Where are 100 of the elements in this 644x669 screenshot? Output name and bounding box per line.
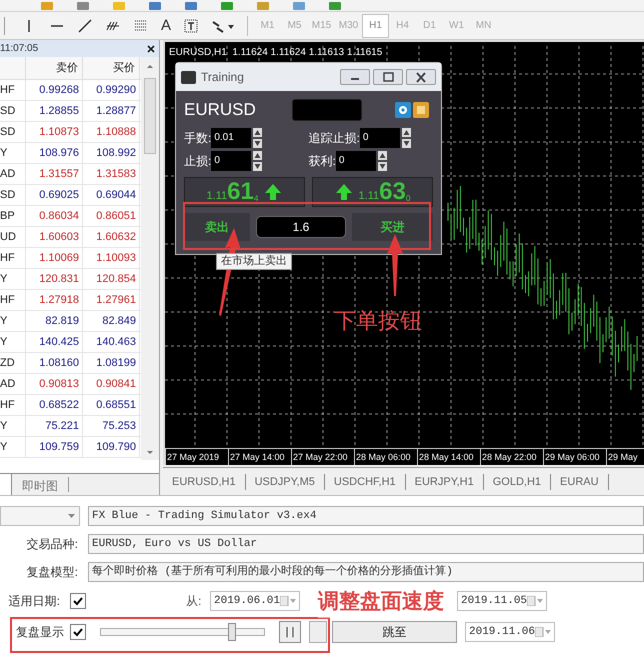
date-field[interactable]: 2019.11.06 — [465, 622, 556, 642]
up-arrow-icon — [264, 183, 282, 201]
volume-field[interactable]: 1.6 — [256, 216, 346, 238]
symbol-cell: BP — [0, 206, 26, 226]
field-label: 止损: — [184, 152, 212, 170]
time-axis-label: 28 May 06:00 — [354, 449, 417, 465]
buy-button[interactable]: 买进 — [352, 213, 433, 241]
time-axis-label: 29 May 06:00 — [543, 449, 606, 465]
spinner-icon[interactable] — [378, 150, 387, 170]
text-label-icon[interactable] — [183, 18, 200, 34]
column-header[interactable]: 卖价 — [26, 57, 83, 79]
number-field[interactable]: 0 — [336, 150, 376, 170]
bid-cell: 0.99268 — [26, 80, 83, 100]
toolbar-icon[interactable] — [256, 2, 270, 11]
up-arrow-icon — [334, 183, 353, 201]
date-field[interactable]: 2019.06.01 — [210, 591, 300, 611]
spinner-icon[interactable] — [253, 128, 262, 148]
checkbox[interactable] — [70, 593, 86, 609]
date-field[interactable]: 2019.11.05 — [457, 591, 548, 611]
symbol-cell: SD — [0, 122, 26, 142]
symbol-name: EURUSD — [184, 99, 256, 122]
symbol-cell: ZD — [0, 353, 26, 373]
field-label: 获利: — [308, 152, 336, 170]
bid-cell: 0.69025 — [26, 185, 83, 205]
skip-button[interactable]: 跳至 — [332, 621, 457, 643]
toolbar-icon[interactable] — [184, 2, 198, 11]
symbol-cell: HF — [0, 80, 26, 100]
spinner-icon[interactable] — [402, 128, 411, 148]
price-display — [292, 99, 362, 121]
close-icon — [416, 72, 426, 82]
spinner-icon[interactable] — [253, 150, 262, 170]
field-label: 从: — [186, 593, 202, 610]
calendar-icon[interactable] — [535, 627, 552, 637]
text-tool-button[interactable]: A — [161, 18, 172, 33]
symbol-cell: Y — [0, 437, 26, 457]
expert-field[interactable]: FX Blue - Trading Simulator v3.ex4 — [88, 506, 644, 526]
chart-tab[interactable]: EURUSD,H1 — [163, 474, 246, 490]
chart-tab[interactable]: EURAU — [551, 474, 609, 490]
toolbar-icon[interactable] — [220, 2, 234, 11]
number-field[interactable]: 0 — [211, 150, 252, 170]
bid-cell: 109.759 — [26, 437, 83, 457]
ask-cell: 108.992 — [83, 143, 140, 163]
symbol-cell: HF — [0, 248, 26, 268]
scrollbar[interactable] — [141, 57, 159, 460]
ask-cell: 0.90841 — [83, 374, 140, 394]
ask-cell: 1.08199 — [83, 353, 140, 373]
trendline-icon[interactable] — [77, 18, 93, 34]
symbol-cell: UD — [0, 227, 26, 247]
blank-button[interactable] — [309, 621, 327, 643]
calendar-icon[interactable] — [527, 596, 544, 606]
tab[interactable] — [0, 474, 12, 495]
toolbar-icon[interactable] — [40, 2, 54, 11]
toolbar-icon[interactable] — [148, 2, 162, 11]
chart-tab[interactable]: USDJPY,M5 — [246, 474, 325, 490]
ask-cell: 0.99290 — [83, 80, 140, 100]
caret-icon — [68, 514, 75, 518]
time-axis-label: 27 May 2019 — [165, 449, 228, 465]
toolbar-icon[interactable] — [76, 2, 90, 11]
buy-price-button[interactable]: 1.1163$_{0}$ — [312, 177, 433, 207]
symbol-cell: Y — [0, 143, 26, 163]
ask-cell: 0.86051 — [83, 206, 140, 226]
timeframe-button[interactable]: H1 — [362, 14, 390, 38]
bid-cell: 1.10069 — [26, 248, 83, 268]
chart-tab[interactable]: GOLD,H1 — [484, 474, 552, 490]
sell-button[interactable]: 卖出 — [184, 213, 250, 241]
checkbox[interactable] — [70, 624, 86, 640]
chart-tab[interactable]: USDCHF,H1 — [324, 474, 406, 490]
number-field[interactable]: 0.01 — [211, 128, 252, 148]
settings-icon[interactable] — [395, 102, 411, 118]
chart-title: EURUSD,H1 1.11624 1.11624 1.11613 1.11615 — [169, 46, 382, 60]
field-label: 交易品种: — [26, 536, 79, 553]
close-icon[interactable] — [147, 44, 155, 52]
bid-cell: 1.28855 — [26, 101, 83, 121]
bid-cell: 75.221 — [26, 416, 83, 436]
chart-tab[interactable]: EURJPY,H1 — [406, 474, 484, 490]
bid-cell: 0.86034 — [26, 206, 83, 226]
sell-price-button[interactable]: 1.1161$_{4}$ — [184, 177, 305, 207]
grid-lines-icon[interactable] — [133, 18, 149, 34]
symbol-field[interactable]: EURUSD, Euro vs US Dollar — [88, 534, 644, 554]
bid-cell: 1.60603 — [26, 227, 83, 247]
symbol-cell: AD — [0, 374, 26, 394]
bid-cell: 0.68522 — [26, 395, 83, 415]
speed-slider[interactable] — [100, 623, 265, 641]
close-button[interactable] — [406, 69, 436, 85]
number-field[interactable]: 0 — [360, 128, 400, 148]
model-field[interactable]: 每个即时价格 (基于所有可利用的最小时段的每一个价格的分形插值计算) — [88, 562, 644, 582]
bid-cell: 1.10873 — [26, 122, 83, 142]
slider-thumb[interactable] — [228, 623, 236, 641]
column-header[interactable]: 买价 — [83, 57, 140, 79]
toolbar-icon[interactable] — [292, 2, 306, 11]
minimize-button[interactable] — [340, 69, 370, 85]
calendar-icon[interactable] — [280, 596, 296, 606]
maximize-button[interactable] — [373, 69, 403, 85]
price-text: 1.1163$_{0}$ — [358, 180, 410, 204]
toolbar-icon[interactable] — [328, 2, 342, 11]
pause-button[interactable]: | | — [279, 621, 301, 643]
ask-cell: 1.31583 — [83, 164, 140, 184]
field-label: 复盘模型: — [26, 564, 79, 581]
symbol-cell: Y — [0, 332, 26, 352]
annotation-arrow — [386, 234, 404, 296]
